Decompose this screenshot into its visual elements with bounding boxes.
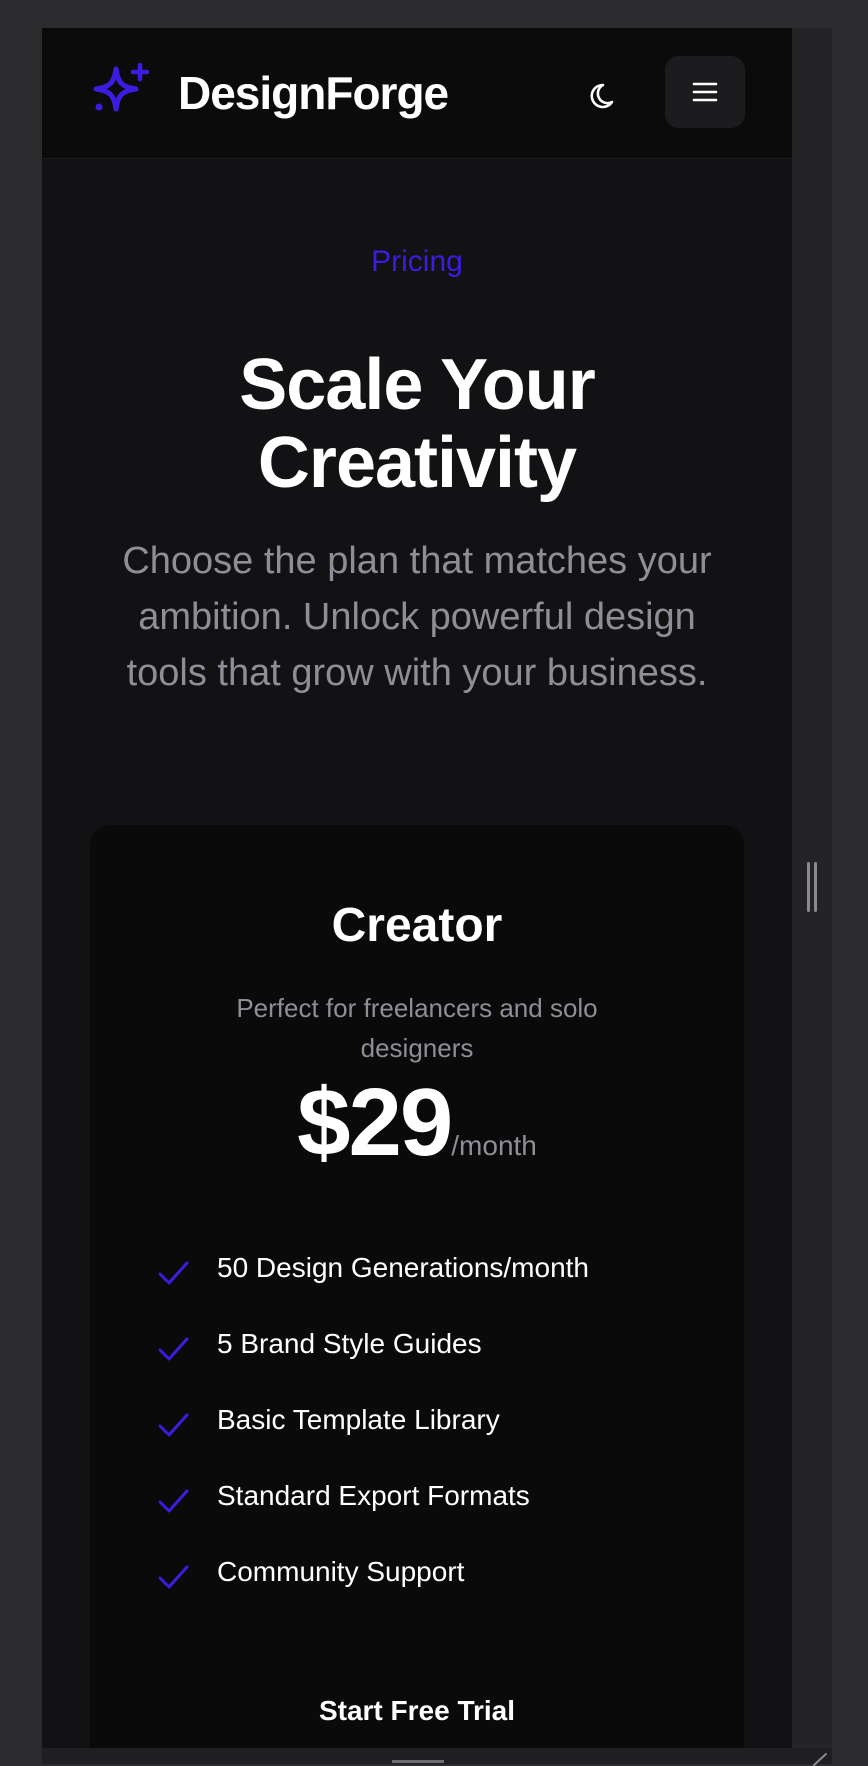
check-icon xyxy=(158,1413,189,1437)
section-eyebrow: Pricing xyxy=(371,245,463,278)
list-item: 50 Design Generations/month xyxy=(157,1248,717,1324)
list-item: Standard Export Formats xyxy=(157,1476,717,1552)
list-item: 5 Brand Style Guides xyxy=(157,1324,717,1400)
page-subtitle: Choose the plan that matches your ambiti… xyxy=(122,540,712,694)
list-item: Community Support xyxy=(157,1552,717,1628)
price-row: $29/month xyxy=(42,1068,792,1178)
feature-text: 5 Brand Style Guides xyxy=(217,1328,482,1359)
page-title-text: Scale Your Creativity xyxy=(239,345,596,503)
page-frame: DesignForge Pricing Scale Your Creativit… xyxy=(42,28,792,1748)
site-header: DesignForge xyxy=(42,28,792,159)
feature-text: Community Support xyxy=(217,1556,465,1587)
check-icon xyxy=(158,1565,189,1589)
plan-name: Creator xyxy=(331,899,503,952)
moon-icon[interactable] xyxy=(585,76,625,116)
feature-text: Basic Template Library xyxy=(217,1404,500,1435)
price-period: /month xyxy=(451,1130,537,1161)
resize-handle[interactable] xyxy=(807,862,817,912)
feature-text: Standard Export Formats xyxy=(217,1480,530,1511)
check-icon xyxy=(158,1337,189,1361)
list-item: Basic Template Library xyxy=(157,1400,717,1476)
check-icon xyxy=(158,1261,189,1285)
start-free-trial-button[interactable]: Start Free Trial xyxy=(42,1695,792,1727)
sparkle-icon xyxy=(93,62,150,112)
bottom-drag-handle[interactable] xyxy=(392,1760,444,1763)
brand-name[interactable]: DesignForge xyxy=(178,66,449,120)
feature-list: 50 Design Generations/month 5 Brand Styl… xyxy=(157,1248,717,1628)
menu-button[interactable] xyxy=(665,56,745,128)
plan-description: Perfect for freelancers and solo designe… xyxy=(236,993,598,1063)
check-icon xyxy=(158,1489,189,1513)
plan-price: $29 xyxy=(297,1069,453,1176)
page-title: Scale Your Creativity xyxy=(42,346,792,502)
hamburger-menu-icon xyxy=(692,82,718,102)
feature-text: 50 Design Generations/month xyxy=(217,1252,589,1283)
